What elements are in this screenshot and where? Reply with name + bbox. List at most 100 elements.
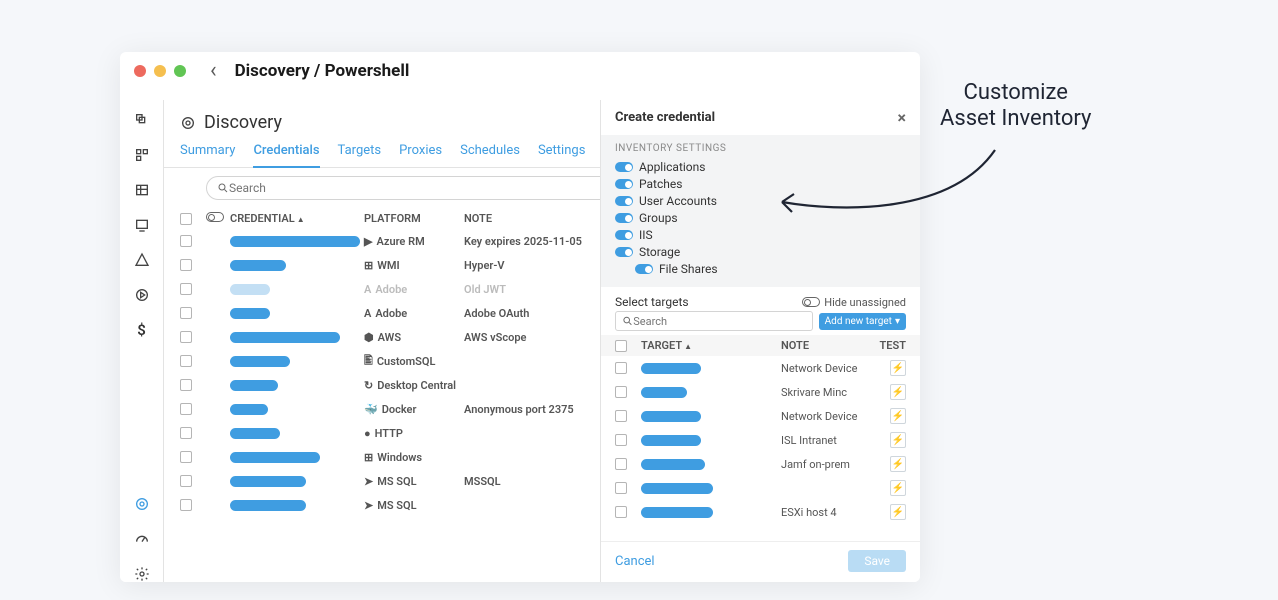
test-button[interactable]: ⚡: [890, 456, 906, 472]
inventory-item[interactable]: Storage: [615, 245, 906, 259]
platform-icon: ⊞: [364, 259, 373, 272]
target-checkbox[interactable]: [615, 506, 627, 518]
row-checkbox[interactable]: [180, 451, 192, 463]
row-checkbox[interactable]: [180, 475, 192, 487]
select-all-checkbox[interactable]: [180, 213, 192, 225]
platform-label: ⊞Windows: [364, 451, 464, 464]
cancel-button[interactable]: Cancel: [615, 554, 655, 569]
inventory-heading: INVENTORY SETTINGS: [615, 143, 906, 154]
inventory-item[interactable]: Patches: [615, 177, 906, 191]
chevron-down-icon: ▾: [895, 316, 900, 327]
toggle-icon[interactable]: [615, 196, 633, 206]
target-row[interactable]: Jamf on-prem⚡: [601, 452, 920, 476]
inventory-item[interactable]: Applications: [615, 160, 906, 174]
select-targets-header: Select targets Hide unassigned: [601, 287, 920, 311]
test-button[interactable]: ⚡: [890, 408, 906, 424]
target-checkbox[interactable]: [615, 362, 627, 374]
target-row[interactable]: ESXi host 4⚡: [601, 500, 920, 524]
test-button[interactable]: ⚡: [890, 384, 906, 400]
col-target[interactable]: TARGET▲: [641, 339, 781, 352]
inventory-item[interactable]: User Accounts: [615, 194, 906, 208]
row-checkbox[interactable]: [180, 283, 192, 295]
add-new-target-button[interactable]: Add new target▾: [819, 313, 906, 330]
note-label: Adobe OAuth: [464, 307, 529, 320]
row-checkbox[interactable]: [180, 259, 192, 271]
row-checkbox[interactable]: [180, 235, 192, 247]
nav-table-icon[interactable]: [134, 182, 150, 198]
platform-icon: A: [364, 283, 371, 296]
row-checkbox[interactable]: [180, 427, 192, 439]
target-row[interactable]: Network Device⚡: [601, 356, 920, 380]
toggle-icon[interactable]: [615, 213, 633, 223]
toggle-icon[interactable]: [635, 264, 653, 274]
inventory-label: File Shares: [659, 262, 718, 276]
credential-name-pill: [230, 356, 290, 367]
row-checkbox[interactable]: [180, 331, 192, 343]
close-button[interactable]: ×: [898, 108, 907, 127]
test-button[interactable]: ⚡: [890, 480, 906, 496]
col-target-note[interactable]: NOTE: [781, 339, 872, 352]
inventory-item[interactable]: IIS: [615, 228, 906, 242]
nav-billing-icon[interactable]: $: [134, 322, 150, 338]
close-dot[interactable]: [134, 65, 146, 77]
tab-targets[interactable]: Targets: [338, 143, 382, 167]
platform-label: AAdobe: [364, 283, 464, 296]
credential-name-pill: [230, 308, 270, 319]
platform-label: ●HTTP: [364, 427, 464, 440]
col-credential[interactable]: CREDENTIAL▲: [230, 212, 364, 225]
save-button[interactable]: Save: [848, 550, 906, 572]
toggle-icon[interactable]: [615, 162, 633, 172]
row-checkbox[interactable]: [180, 355, 192, 367]
target-row[interactable]: Network Device⚡: [601, 404, 920, 428]
left-sidebar: $: [120, 100, 164, 582]
inventory-item[interactable]: Groups: [615, 211, 906, 225]
hide-unassigned-toggle[interactable]: Hide unassigned: [802, 296, 906, 309]
tab-summary[interactable]: Summary: [180, 143, 235, 167]
targets-search-input[interactable]: [633, 315, 805, 328]
note-label: Old JWT: [464, 283, 506, 296]
minimize-dot[interactable]: [154, 65, 166, 77]
note-label: AWS vScope: [464, 331, 526, 344]
inventory-item-file-shares[interactable]: File Shares: [615, 262, 906, 276]
toggle-all-icon[interactable]: [206, 212, 224, 222]
target-checkbox[interactable]: [615, 458, 627, 470]
target-row[interactable]: ISL Intranet⚡: [601, 428, 920, 452]
row-checkbox[interactable]: [180, 499, 192, 511]
maximize-dot[interactable]: [174, 65, 186, 77]
nav-play-icon[interactable]: [134, 287, 150, 303]
nav-layers-icon[interactable]: [134, 112, 150, 128]
back-button[interactable]: ‹: [210, 60, 217, 82]
target-checkbox[interactable]: [615, 386, 627, 398]
col-platform[interactable]: PLATFORM: [364, 212, 464, 225]
test-button[interactable]: ⚡: [890, 432, 906, 448]
create-credential-panel: Create credential × INVENTORY SETTINGS A…: [600, 100, 920, 582]
toggle-icon[interactable]: [615, 179, 633, 189]
row-checkbox[interactable]: [180, 379, 192, 391]
toggle-icon[interactable]: [615, 247, 633, 257]
nav-discovery-icon[interactable]: [134, 496, 150, 512]
targets-select-all-checkbox[interactable]: [615, 340, 627, 352]
tab-settings[interactable]: Settings: [538, 143, 585, 167]
nav-gauge-icon[interactable]: [134, 531, 150, 547]
tab-proxies[interactable]: Proxies: [399, 143, 442, 167]
row-checkbox[interactable]: [180, 403, 192, 415]
target-checkbox[interactable]: [615, 482, 627, 494]
target-checkbox[interactable]: [615, 434, 627, 446]
nav-dashboard-icon[interactable]: [134, 147, 150, 163]
nav-settings-icon[interactable]: [134, 566, 150, 582]
tab-schedules[interactable]: Schedules: [460, 143, 520, 167]
nav-alert-icon[interactable]: [134, 252, 150, 268]
nav-monitor-icon[interactable]: [134, 217, 150, 233]
target-checkbox[interactable]: [615, 410, 627, 422]
platform-label: 🖺CustomSQL: [364, 352, 464, 371]
platform-icon: ➤: [364, 499, 373, 512]
toggle-icon[interactable]: [615, 230, 633, 240]
tab-credentials[interactable]: Credentials: [253, 143, 319, 168]
test-button[interactable]: ⚡: [890, 360, 906, 376]
test-button[interactable]: ⚡: [890, 504, 906, 520]
target-row[interactable]: Skrivare Minc⚡: [601, 380, 920, 404]
target-row[interactable]: ⚡: [601, 476, 920, 500]
platform-label: ➤MS SQL: [364, 499, 464, 512]
targets-search-box[interactable]: [615, 311, 813, 331]
row-checkbox[interactable]: [180, 307, 192, 319]
